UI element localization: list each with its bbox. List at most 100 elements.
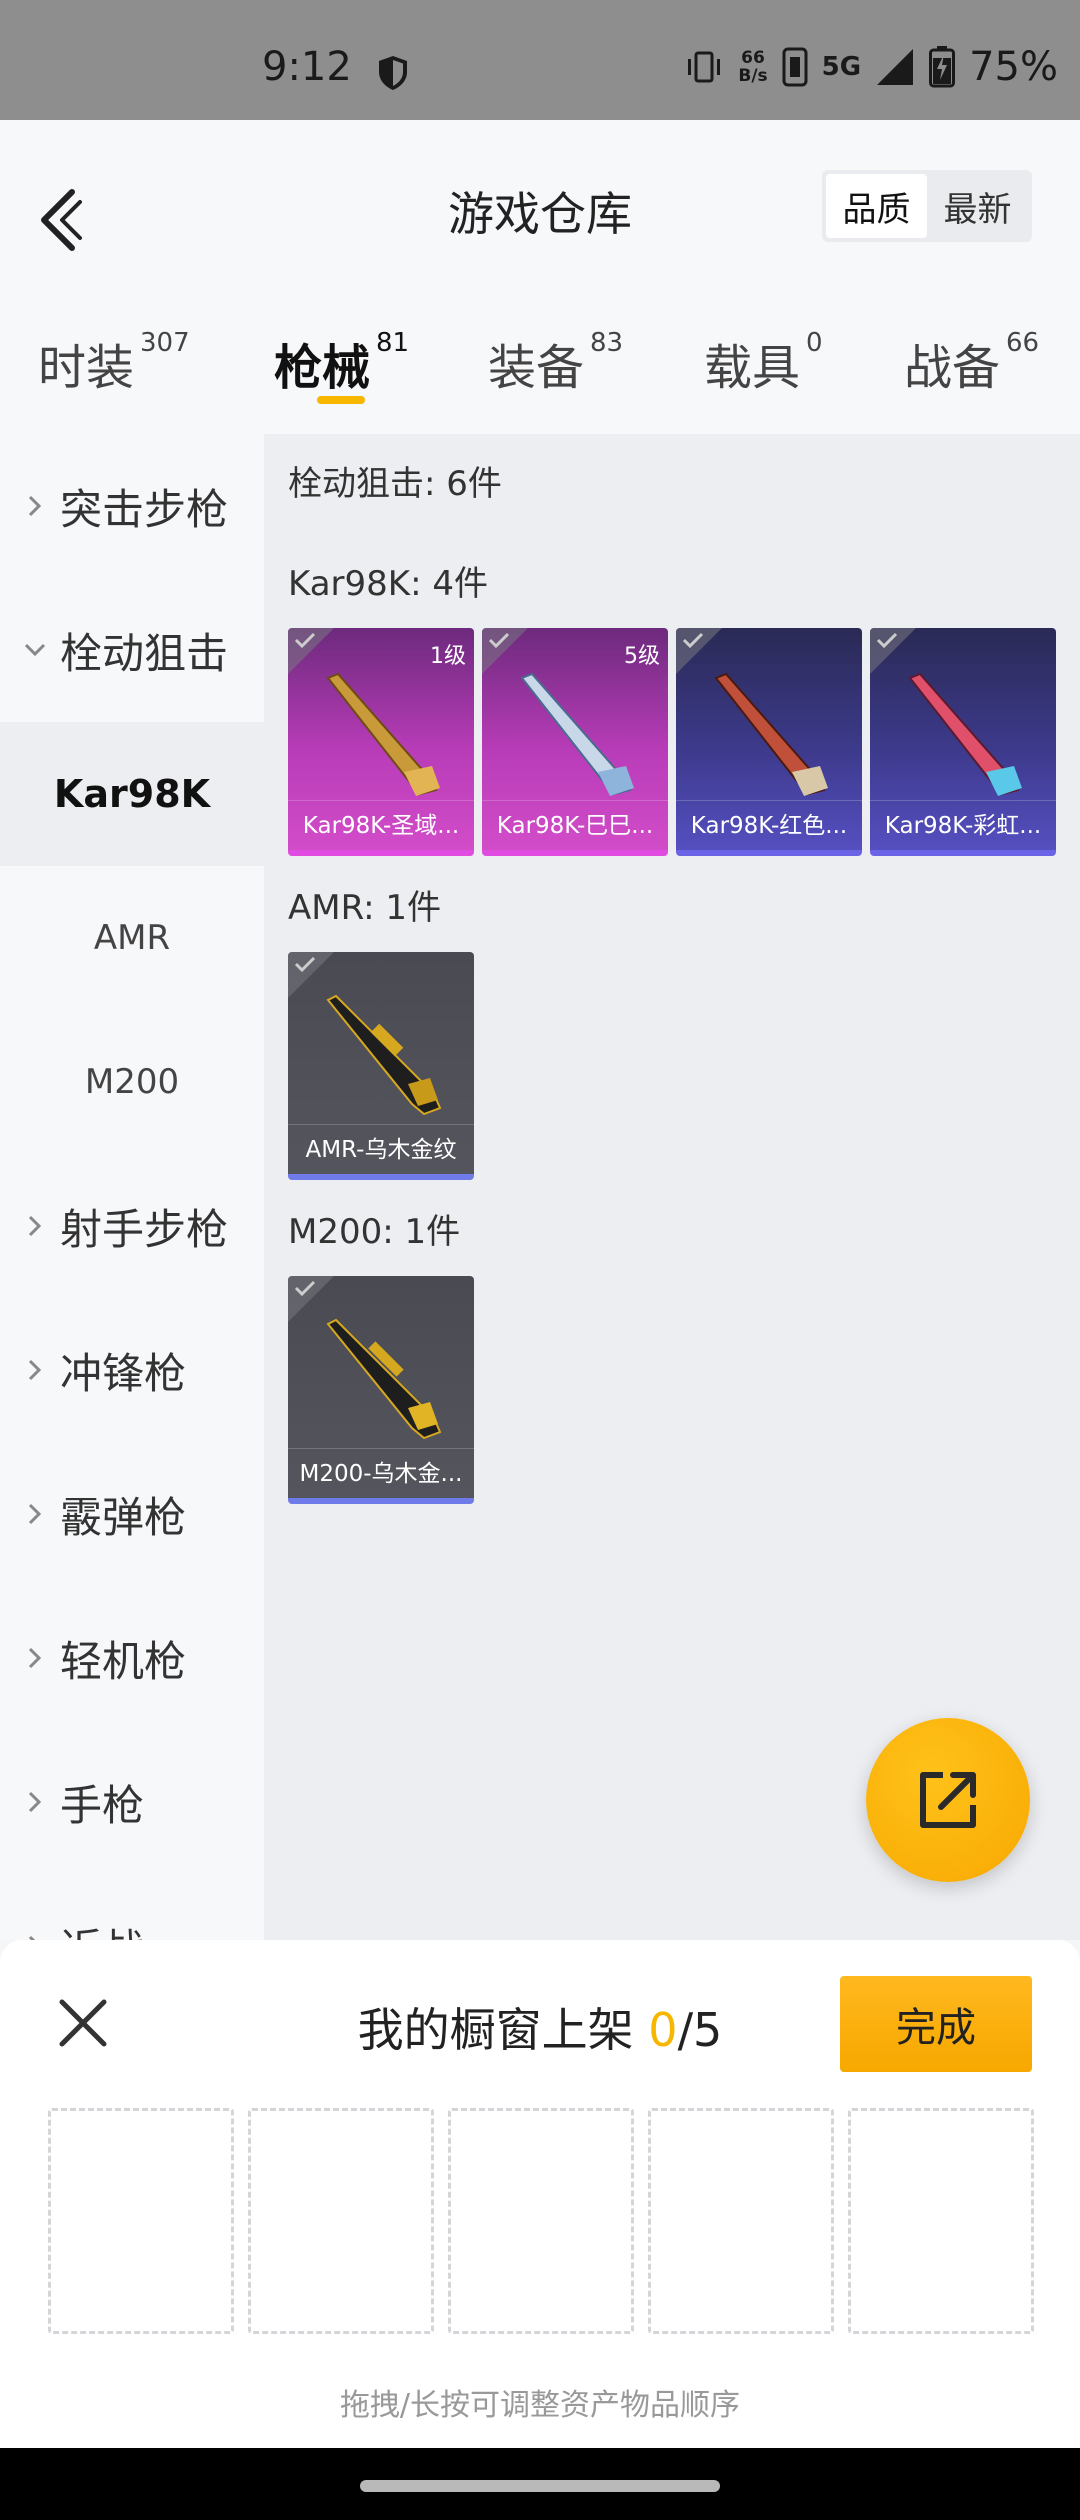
item-card[interactable]: Kar98K-红色...: [676, 628, 862, 856]
item-card[interactable]: 1级 Kar98K-圣域...: [288, 628, 474, 856]
net-speed: 66 B/s: [738, 49, 767, 85]
chevron-down-icon: [24, 643, 46, 657]
item-name: Kar98K-圣域...: [288, 800, 474, 850]
item-name: AMR-乌木金纹: [288, 1124, 474, 1174]
sidebar-item-smg[interactable]: 冲锋枪: [0, 1298, 264, 1442]
sort-option-newest[interactable]: 最新: [927, 174, 1028, 238]
sniper-rifle-icon: [326, 994, 442, 1116]
check-icon[interactable]: [488, 632, 510, 648]
sidebar-item-lmg[interactable]: 轻机枪: [0, 1586, 264, 1730]
check-icon[interactable]: [294, 956, 316, 972]
sidebar-subitem-kar98k[interactable]: Kar98K: [0, 722, 264, 866]
tab-count: 81: [376, 328, 410, 358]
sidebar-item-label: 近战: [60, 1916, 144, 1941]
battery-charging-icon: [929, 46, 956, 88]
net-speed-value: 66: [741, 48, 765, 68]
showcase-count-current: 0: [648, 2003, 678, 2057]
net-speed-unit: B/s: [738, 66, 768, 86]
item-card[interactable]: M200-乌木金...: [288, 1276, 474, 1504]
share-fab-button[interactable]: [866, 1718, 1030, 1882]
tab-label: 装备: [488, 340, 585, 396]
header: 游戏仓库 品质 最新: [0, 120, 1080, 290]
home-gesture-pill[interactable]: [360, 2480, 720, 2492]
item-name: Kar98K-彩虹...: [870, 800, 1056, 850]
showcase-slot[interactable]: [648, 2108, 834, 2334]
sidebar-item-label: 冲锋枪: [60, 1348, 187, 1398]
item-name: M200-乌木金...: [288, 1448, 474, 1498]
showcase-slot[interactable]: [248, 2108, 434, 2334]
sidebar-subitem-amr[interactable]: AMR: [0, 866, 264, 1010]
inventory-content: 栓动狙击: 6件 Kar98K: 4件 1级 Kar98K-圣域... 5级 K…: [264, 434, 1080, 1940]
tab-count: 0: [806, 328, 823, 358]
chevron-right-icon: [28, 1791, 42, 1813]
sidebar-item-melee[interactable]: 近战: [0, 1874, 264, 1940]
sidebar-item-shotgun[interactable]: 霰弹枪: [0, 1442, 264, 1586]
showcase-count-total: /5: [677, 2003, 723, 2057]
tab-equipment[interactable]: 装备 83: [488, 328, 623, 398]
tab-label: 载具: [704, 340, 801, 396]
sidebar-item-pistol[interactable]: 手枪: [0, 1730, 264, 1874]
check-icon[interactable]: [876, 632, 898, 648]
section-title: 栓动狙击: 6件: [288, 464, 502, 504]
network-type: 5G: [821, 52, 862, 82]
tab-fashion[interactable]: 时装 307: [38, 328, 190, 398]
item-card[interactable]: 5级 Kar98K-巳巳...: [482, 628, 668, 856]
sidebar-item-marksman-rifle[interactable]: 射手步枪: [0, 1154, 264, 1298]
showcase-slot[interactable]: [848, 2108, 1034, 2334]
signal-icon: [877, 49, 914, 85]
sidebar-item-bolt-action[interactable]: 栓动狙击: [0, 578, 264, 722]
tab-combat-supplies[interactable]: 战备 66: [904, 328, 1039, 398]
item-card[interactable]: Kar98K-彩虹...: [870, 628, 1056, 856]
sidebar-item-label: Kar98K: [53, 772, 211, 816]
chevron-right-icon: [28, 1215, 42, 1237]
showcase-slot[interactable]: [48, 2108, 234, 2334]
sidebar-item-label: 射手步枪: [60, 1204, 229, 1254]
sheet-hint: 拖拽/长按可调整资产物品顺序: [339, 2388, 741, 2423]
tab-count: 83: [590, 328, 624, 358]
system-nav-bar: [0, 2448, 1080, 2520]
group-title-m200: M200: 1件: [288, 1212, 461, 1252]
check-icon[interactable]: [682, 632, 704, 648]
sort-option-quality[interactable]: 品质: [826, 174, 927, 238]
rifle-icon: [520, 672, 634, 796]
sidebar-item-label: M200: [84, 1062, 180, 1102]
item-card[interactable]: AMR-乌木金纹: [288, 952, 474, 1180]
tab-label: 枪械: [274, 340, 371, 396]
vibrate-icon: [688, 51, 721, 83]
sidebar-item-label: 手枪: [60, 1780, 145, 1830]
rifle-icon: [326, 672, 440, 796]
tab-label: 战备: [904, 340, 1001, 396]
status-bar: 9:12 66 B/s 5G 75%: [0, 0, 1080, 120]
tab-firearms[interactable]: 枪械 81: [274, 328, 409, 398]
sidebar-item-assault-rifle[interactable]: 突击步枪: [0, 434, 264, 578]
sort-toggle: 品质 最新: [822, 170, 1032, 242]
tab-vehicles[interactable]: 载具 0: [704, 328, 823, 398]
item-name: Kar98K-红色...: [676, 800, 862, 850]
check-icon[interactable]: [294, 632, 316, 648]
battery-level: 75%: [969, 44, 1058, 90]
sim-icon: [782, 47, 808, 87]
done-button[interactable]: 完成: [840, 1976, 1032, 2072]
chevron-right-icon: [28, 1359, 42, 1381]
showcase-slot[interactable]: [448, 2108, 634, 2334]
status-icons: 66 B/s 5G 75%: [684, 44, 1058, 90]
sidebar-item-label: 轻机枪: [60, 1636, 187, 1686]
sniper-rifle-icon: [326, 1318, 442, 1440]
group-title-amr: AMR: 1件: [288, 888, 442, 928]
category-tabs: 时装 307 枪械 81 装备 83 载具 0 战备 66: [0, 290, 1080, 434]
sidebar-item-label: 栓动狙击: [60, 628, 229, 678]
tab-count: 66: [1006, 328, 1040, 358]
group-title-kar98k: Kar98K: 4件: [288, 564, 488, 604]
chevron-right-icon: [28, 495, 42, 517]
rifle-icon: [714, 672, 828, 796]
chevron-right-icon: [28, 1935, 36, 1940]
sheet-title-text: 我的橱窗上架: [357, 2003, 649, 2057]
showcase-sheet: 我的橱窗上架 0/5 完成 拖拽/长按可调整资产物品顺序: [0, 1940, 1080, 2448]
chevron-right-icon: [28, 1503, 42, 1525]
chevron-right-icon: [28, 1647, 42, 1669]
sidebar-subitem-m200[interactable]: M200: [0, 1010, 264, 1154]
share-edit-icon: [920, 1772, 976, 1828]
sidebar-item-label: 霰弹枪: [60, 1492, 187, 1542]
item-name: Kar98K-巳巳...: [482, 800, 668, 850]
check-icon[interactable]: [294, 1280, 316, 1296]
